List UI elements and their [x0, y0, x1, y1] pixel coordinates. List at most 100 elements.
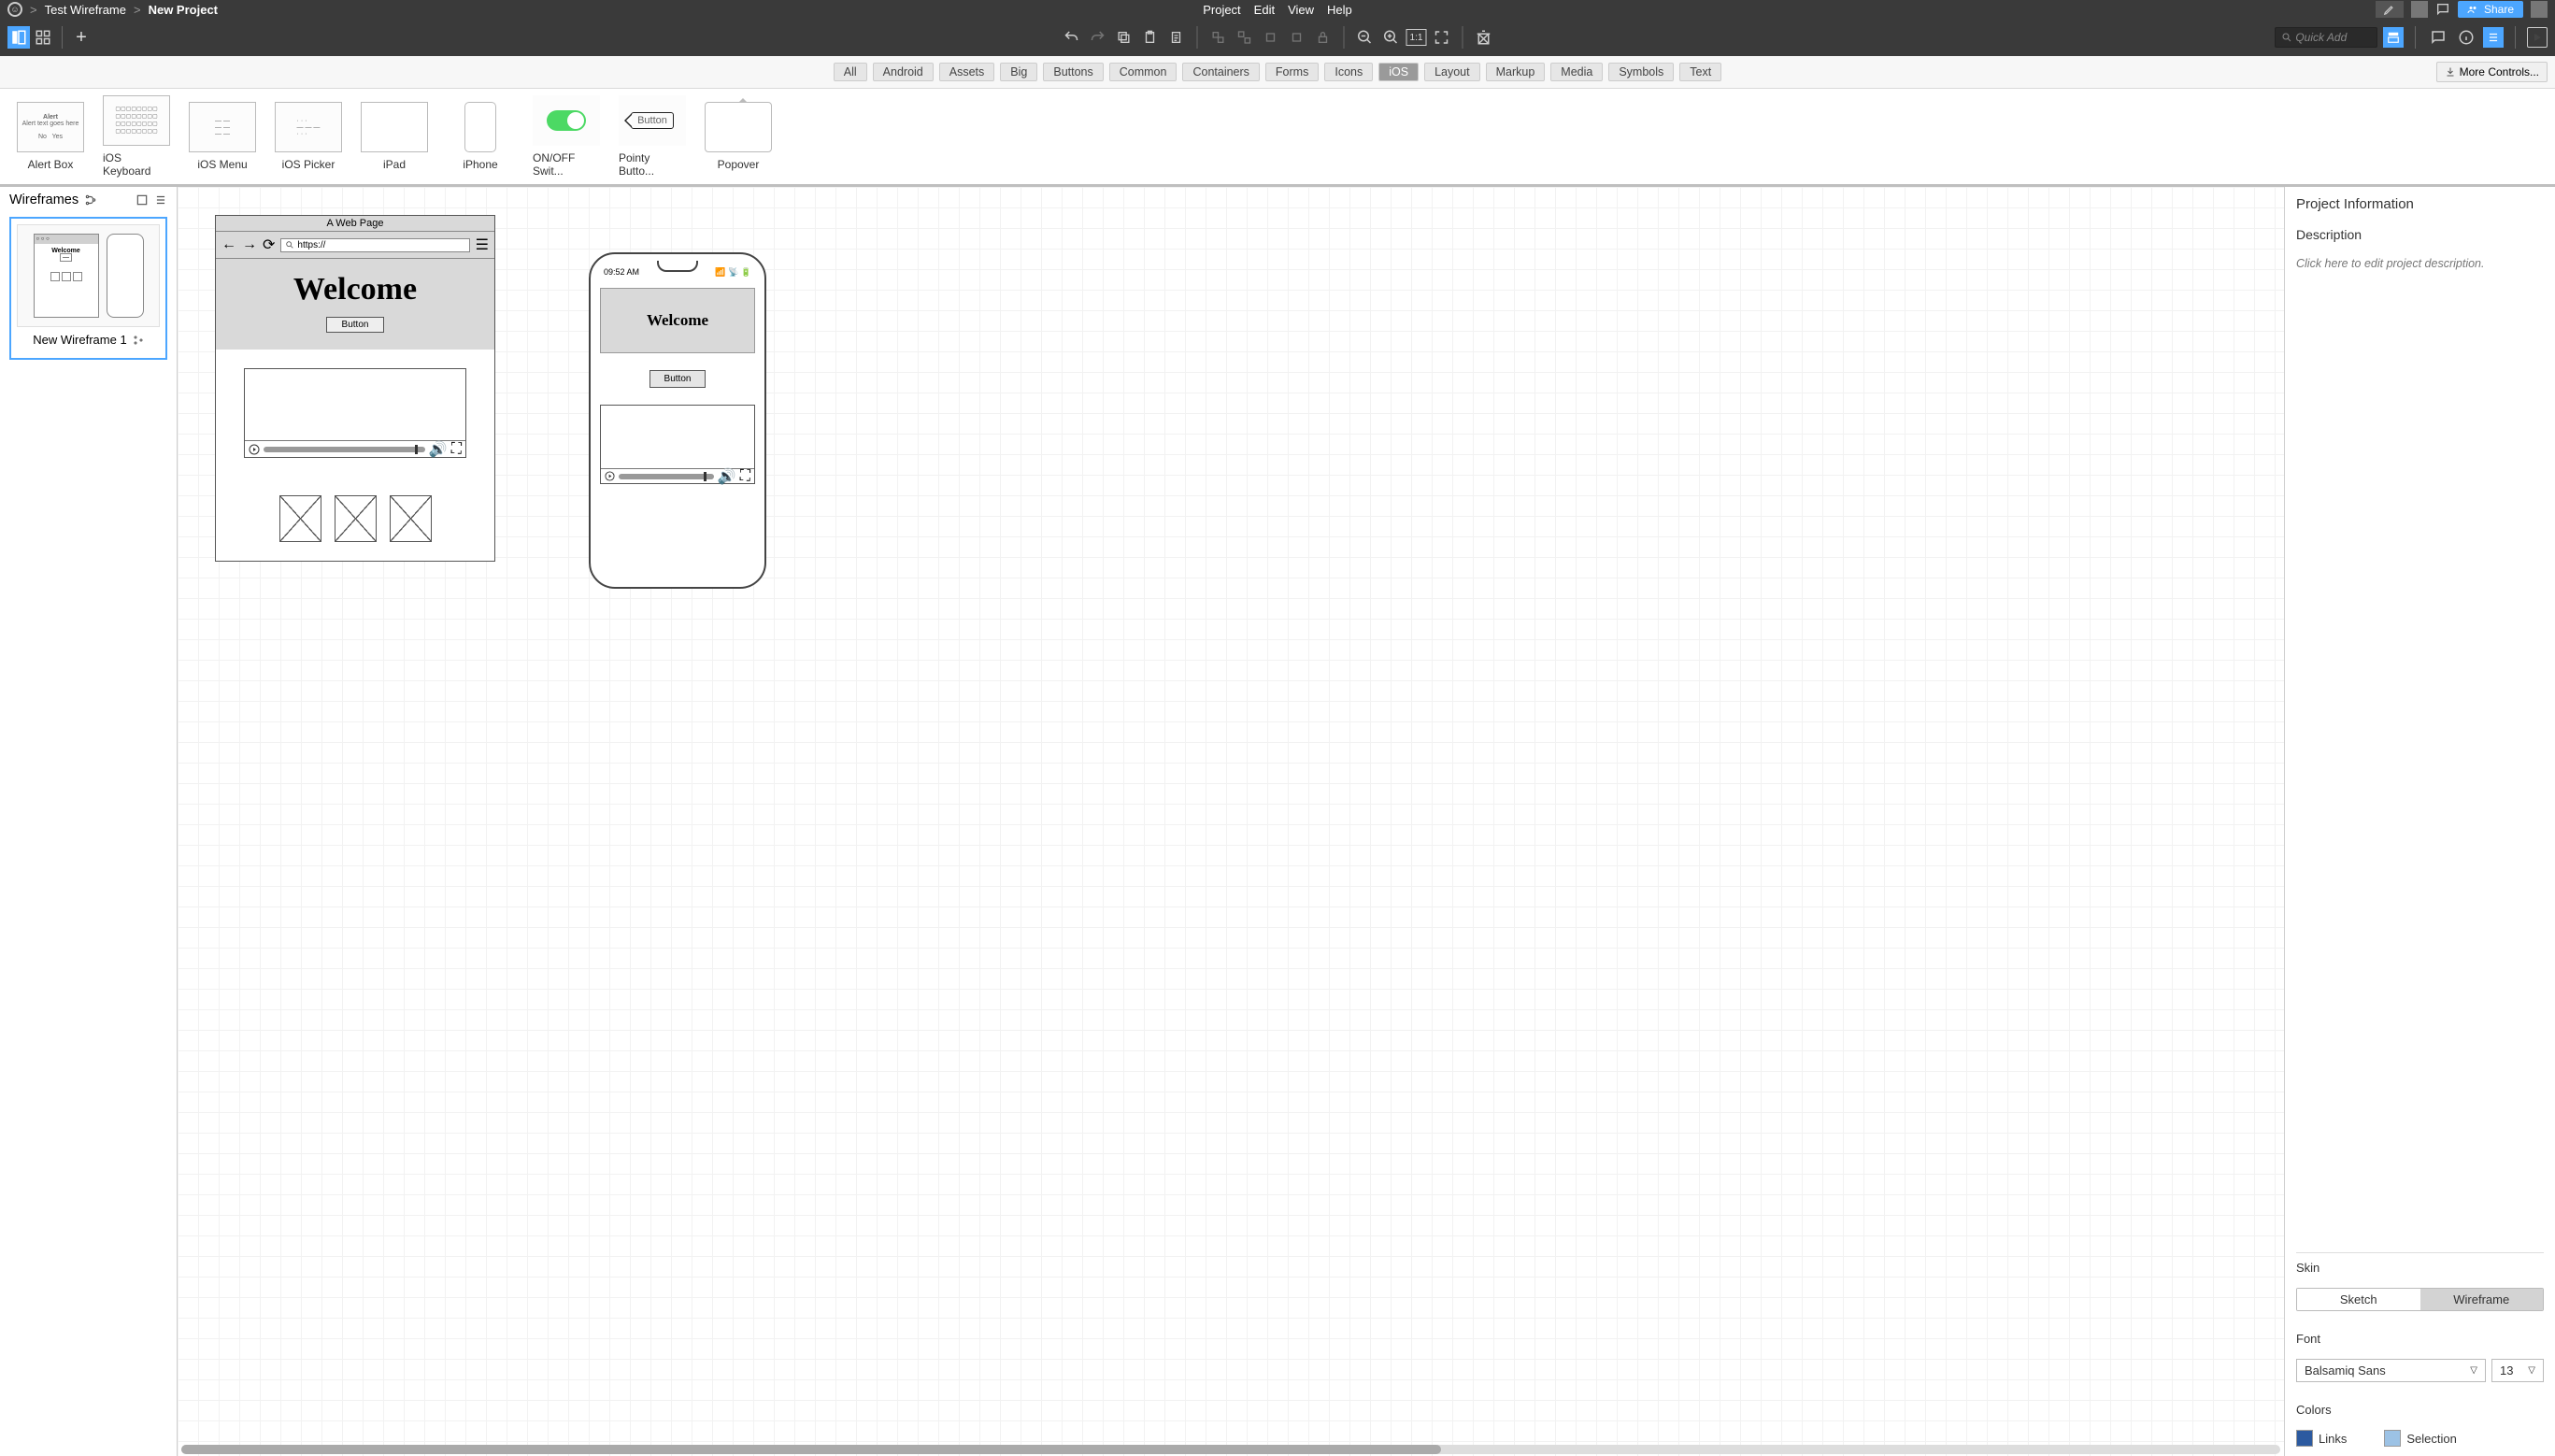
- category-big[interactable]: Big: [1000, 63, 1037, 81]
- fullscreen-presentation-icon[interactable]: [2527, 27, 2548, 48]
- library-item-iphone[interactable]: iPhone: [447, 102, 514, 171]
- volume-icon: 🔊: [718, 467, 736, 486]
- menu-help[interactable]: Help: [1327, 3, 1352, 17]
- menu-view[interactable]: View: [1288, 3, 1314, 17]
- category-common[interactable]: Common: [1109, 63, 1178, 81]
- inspector-panel: Project Information Description Click he…: [2284, 187, 2555, 1456]
- quick-add-input[interactable]: Quick Add: [2275, 27, 2377, 48]
- category-media[interactable]: Media: [1550, 63, 1603, 81]
- mock-iphone[interactable]: 09:52 AM 📶 📡 🔋 Welcome Button 🔊 ⛶: [589, 252, 766, 589]
- play-icon: [605, 471, 615, 481]
- fullscreen-icon: ⛶: [451, 441, 462, 458]
- fullscreen-icon: ⛶: [740, 468, 750, 485]
- view-panels-icon[interactable]: [7, 26, 30, 49]
- toggle-library-icon[interactable]: [2383, 27, 2404, 48]
- zoom-in-icon[interactable]: [1380, 26, 1403, 49]
- zoom-out-icon[interactable]: [1354, 26, 1377, 49]
- add-wireframe-icon[interactable]: +: [70, 26, 93, 49]
- thumb-view-icon[interactable]: [136, 193, 149, 207]
- share-button[interactable]: Share: [2458, 1, 2523, 18]
- description-label: Description: [2296, 227, 2544, 242]
- category-containers[interactable]: Containers: [1182, 63, 1259, 81]
- more-controls-button[interactable]: More Controls...: [2436, 62, 2548, 82]
- image-placeholder: [390, 495, 432, 542]
- menu-edit[interactable]: Edit: [1254, 3, 1275, 17]
- library-item-ipad[interactable]: iPad: [361, 102, 428, 171]
- library-item-pointy[interactable]: ButtonPointy Butto...: [619, 95, 686, 178]
- zoom-actual-icon[interactable]: 1:1: [1406, 29, 1427, 46]
- breadcrumb-project[interactable]: Test Wireframe: [45, 3, 126, 17]
- zoom-fit-icon[interactable]: [1431, 26, 1453, 49]
- comments-panel-icon[interactable]: [2427, 26, 2449, 49]
- skin-toggle[interactable]: Sketch Wireframe: [2296, 1288, 2544, 1311]
- category-assets[interactable]: Assets: [939, 63, 995, 81]
- send-back-icon[interactable]: [1286, 26, 1308, 49]
- wireframe-name: New Wireframe 1: [33, 333, 126, 347]
- library-item-keyboard[interactable]: ▢▢▢▢▢▢▢▢▢▢▢▢▢▢▢▢▢▢▢▢▢▢▢▢▢▢▢▢▢▢▢▢iOS Keyb…: [103, 95, 170, 178]
- description-field[interactable]: Click here to edit project description.: [2296, 257, 2544, 270]
- library-item-picker[interactable]: · · ·— — —· · ·iOS Picker: [275, 102, 342, 171]
- properties-panel-icon[interactable]: [2483, 27, 2504, 48]
- undo-icon[interactable]: [1061, 26, 1083, 49]
- wireframe-thumbnail[interactable]: ○ ○ ○ Welcome— New Wireframe 1: [9, 217, 167, 360]
- account-avatar[interactable]: [2531, 1, 2548, 18]
- view-grid-icon[interactable]: [32, 26, 54, 49]
- mock-browser-titlebar: A Web Page: [216, 216, 494, 232]
- category-text[interactable]: Text: [1679, 63, 1721, 81]
- list-view-icon[interactable]: [154, 193, 167, 207]
- edit-mode-icon[interactable]: [2376, 1, 2404, 18]
- skin-sketch[interactable]: Sketch: [2297, 1289, 2420, 1310]
- branch-icon[interactable]: [133, 335, 144, 346]
- library-item-switch[interactable]: ON/OFF Swit...: [533, 95, 600, 178]
- clipboard-icon[interactable]: [1165, 26, 1188, 49]
- branch-icon[interactable]: [84, 193, 97, 207]
- app-menubar: Project Edit View Help: [1203, 3, 1352, 17]
- menu-project[interactable]: Project: [1203, 3, 1240, 17]
- breadcrumb-page[interactable]: New Project: [149, 3, 218, 17]
- font-family-select[interactable]: Balsamiq Sans▽: [2296, 1359, 2486, 1382]
- color-selection[interactable]: Selection: [2384, 1430, 2456, 1447]
- app-icon[interactable]: ☺: [7, 2, 22, 17]
- color-links[interactable]: Links: [2296, 1430, 2347, 1447]
- volume-icon: 🔊: [429, 440, 448, 459]
- ungroup-icon[interactable]: [1234, 26, 1256, 49]
- lock-icon[interactable]: [1312, 26, 1335, 49]
- library-item-alert[interactable]: AlertAlert text goes hereNo YesAlert Box: [17, 102, 84, 171]
- colors-label: Colors: [2296, 1403, 2544, 1417]
- redo-icon[interactable]: [1087, 26, 1109, 49]
- library-item-popover[interactable]: Popover: [705, 102, 772, 171]
- mock-url-bar: https://: [280, 238, 469, 252]
- comments-icon[interactable]: [2435, 2, 2450, 17]
- category-icons[interactable]: Icons: [1324, 63, 1373, 81]
- copy-icon[interactable]: [1113, 26, 1135, 49]
- category-symbols[interactable]: Symbols: [1608, 63, 1674, 81]
- mock-phone-heading: Welcome: [608, 311, 747, 330]
- skin-label: Skin: [2296, 1261, 2544, 1275]
- skin-wireframe[interactable]: Wireframe: [2420, 1289, 2544, 1310]
- category-layout[interactable]: Layout: [1424, 63, 1480, 81]
- font-size-select[interactable]: 13▽: [2491, 1359, 2544, 1382]
- trash-icon[interactable]: [1473, 26, 1495, 49]
- mock-phone-time: 09:52 AM: [604, 267, 639, 277]
- nav-back-icon: ←: [221, 236, 236, 253]
- mock-browser-window[interactable]: A Web Page ← → ⟳ https:// ☰ Welcome Butt…: [215, 215, 495, 562]
- canvas[interactable]: A Web Page ← → ⟳ https:// ☰ Welcome Butt…: [178, 187, 2284, 1456]
- wireframes-title: Wireframes: [9, 193, 79, 207]
- inspector-title: Project Information: [2296, 196, 2544, 212]
- category-all[interactable]: All: [834, 63, 867, 81]
- category-ios[interactable]: iOS: [1378, 63, 1419, 81]
- bring-front-icon[interactable]: [1260, 26, 1282, 49]
- image-placeholder: [335, 495, 377, 542]
- user-avatar[interactable]: [2411, 1, 2428, 18]
- category-forms[interactable]: Forms: [1265, 63, 1319, 81]
- mock-browser-button: Button: [326, 317, 385, 333]
- paste-icon[interactable]: [1139, 26, 1162, 49]
- canvas-scrollbar[interactable]: [181, 1445, 2280, 1454]
- category-android[interactable]: Android: [873, 63, 934, 81]
- group-icon[interactable]: [1207, 26, 1230, 49]
- library-item-menu[interactable]: — —— —— —iOS Menu: [189, 102, 256, 171]
- category-buttons[interactable]: Buttons: [1043, 63, 1103, 81]
- info-icon[interactable]: [2455, 26, 2477, 49]
- category-markup[interactable]: Markup: [1486, 63, 1546, 81]
- ui-library-row: AlertAlert text goes hereNo YesAlert Box…: [0, 89, 2555, 187]
